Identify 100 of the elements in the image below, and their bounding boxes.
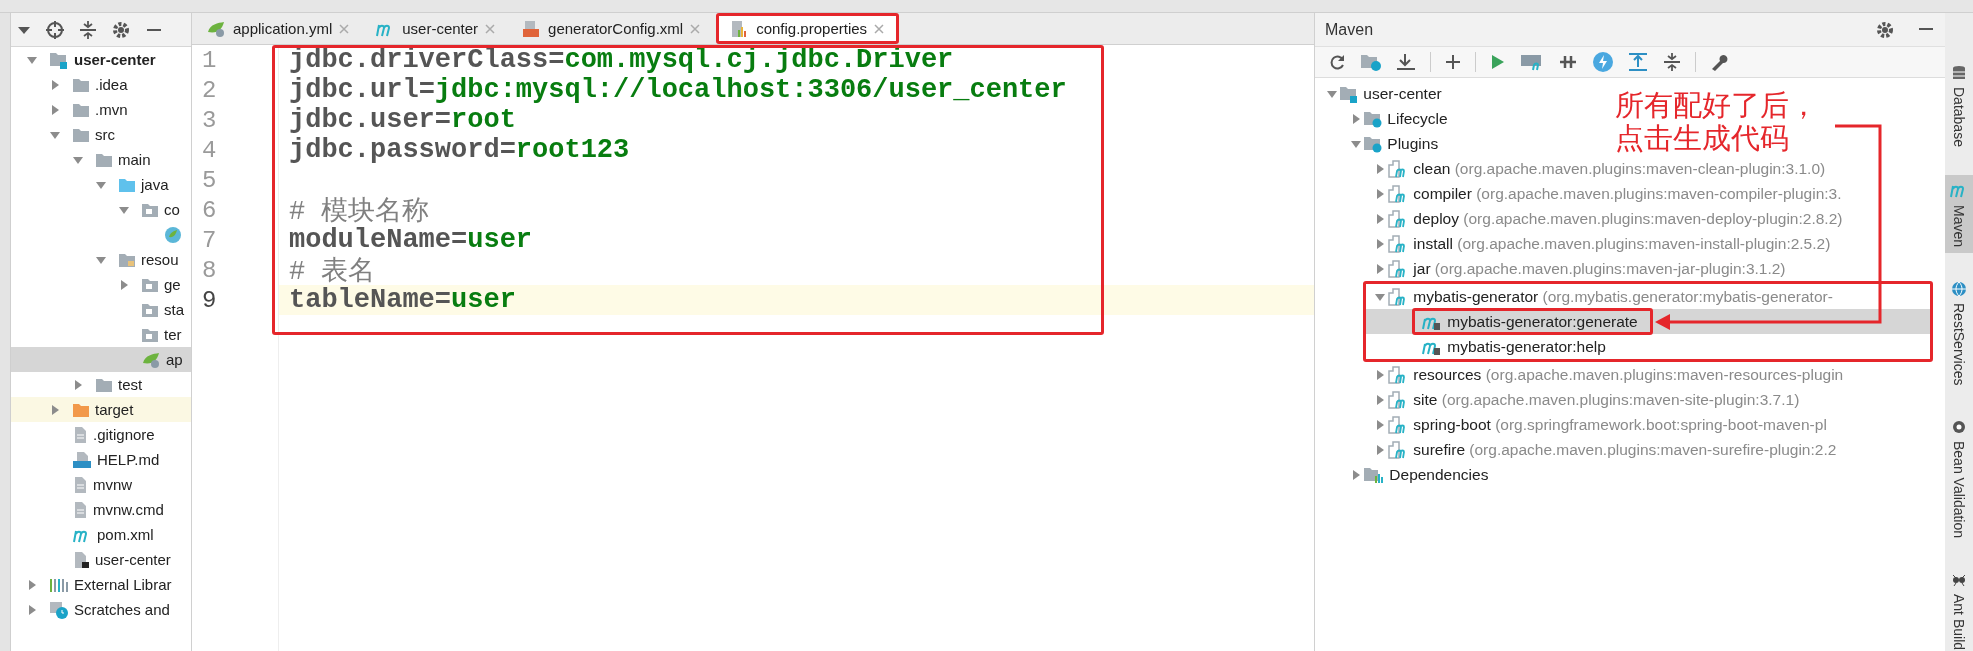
tree-item[interactable]: ge [11,272,191,297]
tree-item[interactable]: Lifecycle [1315,106,1452,131]
module-folder-icon [49,50,69,69]
tree-item[interactable]: sta [11,297,191,322]
settings-icon[interactable] [1875,19,1895,40]
folder-icon [118,176,136,193]
resources-folder-icon [118,251,136,268]
collapse-all-icon[interactable] [1662,52,1682,72]
editor-tab[interactable]: user-center [365,13,508,44]
xml-file-icon [521,19,542,38]
editor-tab[interactable]: application.yml [196,13,362,44]
package-folder-icon [141,301,159,318]
tree-item[interactable]: target [11,397,191,422]
lightning-circle-icon[interactable] [1592,51,1614,73]
code-line: jdbc.password=root123 [288,135,631,165]
tree-item[interactable]: pom.xml [11,522,191,547]
file-icon [72,425,88,444]
leaf-file-icon [141,350,161,369]
download-icon[interactable] [1395,52,1417,72]
target-icon[interactable] [45,19,65,40]
tree-item[interactable]: user-center [11,47,191,72]
close-icon[interactable] [874,23,885,34]
plugins-folder-icon [1363,134,1383,153]
tree-item[interactable]: java [11,172,191,197]
close-icon[interactable] [690,23,701,34]
folder-icon [95,376,113,393]
folder-refresh-icon[interactable] [1360,52,1382,72]
line-number: 3 [201,105,218,135]
tree-item[interactable]: main [11,147,191,172]
side-tab[interactable]: Database [1945,59,1973,153]
code-line: # 模块名称 [288,196,431,225]
collapse-all-icon[interactable] [79,19,97,40]
folder-icon [72,401,90,418]
leaf-file-icon [206,19,226,38]
settings-icon[interactable] [111,19,131,40]
ant-icon [1951,572,1967,589]
file-icon [72,500,88,519]
tree-item[interactable]: install (org.apache.maven.plugins:maven-install-plugin:2.5.2) [1315,231,1835,256]
tree-item[interactable]: mvnw [11,472,191,497]
tree-item[interactable]: co [11,197,191,222]
module-folder-icon [1339,84,1359,103]
line-number: 4 [201,135,218,165]
libraries-icon [49,576,69,593]
tree-item[interactable]: ap [11,347,191,372]
line-number: 2 [201,75,218,105]
code-line: jdbc.user=root [288,105,517,135]
tree-item[interactable]: Plugins [1315,131,1443,156]
side-tab[interactable]: Bean Validation [1945,413,1973,545]
tree-item[interactable]: resou [11,247,191,272]
line-number: 1 [201,45,218,75]
close-icon[interactable] [485,23,496,34]
folder-icon [95,151,113,168]
side-tab[interactable]: Maven [1945,174,1973,253]
tree-item[interactable]: HELP.md [11,447,191,472]
spring-class-icon [164,225,182,244]
module-file-icon [72,550,90,569]
tree-item[interactable]: .mvn [11,97,191,122]
tree-item[interactable]: src [11,122,191,147]
tree-item[interactable]: resources (org.apache.maven.plugins:maven-resources-plugin [1315,362,1848,387]
editor-tab[interactable]: config.properties [716,13,900,44]
tree-item[interactable]: .gitignore [11,422,191,447]
folder-icon [72,126,90,143]
line-number: 6 [201,195,218,225]
tree-item[interactable]: mybatis-generator:generate [1366,309,1930,334]
bean-icon [1951,419,1967,436]
markdown-file-icon [72,450,92,469]
tree-item[interactable]: clean (org.apache.maven.plugins:maven-clean-plugin:3.1.0) [1315,156,1830,181]
tree-item[interactable]: compiler (org.apache.maven.plugins:maven-compiler-plugin:3. [1315,181,1846,206]
package-folder-icon [141,276,159,293]
code-line: jdbc.driverClass=com.mysql.cj.jdbc.Driver [288,45,955,75]
dependencies-icon [1363,465,1385,484]
close-icon[interactable] [339,23,350,34]
tree-item[interactable]: ter [11,322,191,347]
tree-item[interactable]: .idea [11,72,191,97]
side-tab[interactable]: Ant Build [1945,566,1973,651]
run-config-icon[interactable] [1520,52,1544,72]
code-line: jdbc.url=jdbc:mysql://localhost:3306/user_center [288,75,1068,105]
code-line: # 表名 [288,256,377,285]
expand-all-icon[interactable] [1627,52,1649,72]
tree-item[interactable]: mybatis-generator (org.mybatis.generator:mybatis-generator- [1366,284,1837,309]
tree-item[interactable]: External Librar [11,572,191,597]
tree-item[interactable]: mybatis-generator:help [1366,334,1610,359]
folder-icon [72,76,90,93]
tree-item[interactable]: user-center [11,547,191,572]
tree-item[interactable]: jar (org.apache.maven.plugins:maven-jar-plugin:3.1.2) [1315,256,1790,281]
tree-item[interactable]: user-center [1315,81,1446,106]
tree-item[interactable]: site (org.apache.maven.plugins:maven-site-plugin:3.7.1) [1315,387,1804,412]
tree-item[interactable]: surefire (org.apache.maven.plugins:maven-surefire-plugin:2.2 [1315,437,1841,462]
side-tab[interactable]: RestServices [1945,274,1973,392]
editor-tab[interactable]: generatorConfig.xml [511,13,713,44]
line-number: 8 [201,255,218,285]
tree-item[interactable]: mvnw.cmd [11,497,191,522]
tree-item[interactable]: Dependencies [1315,462,1493,487]
plus-icon[interactable] [1444,53,1462,71]
tree-item[interactable]: Scratches and [11,597,191,622]
tree-item[interactable]: deploy (org.apache.maven.plugins:maven-deploy-plugin:2.8.2) [1315,206,1847,231]
tree-item[interactable]: spring-boot (org.springframework.boot:spring-boot-maven-pl [1315,412,1831,437]
tree-item[interactable]: test [11,372,191,397]
package-folder-icon [141,201,159,218]
line-number: 5 [201,165,218,195]
